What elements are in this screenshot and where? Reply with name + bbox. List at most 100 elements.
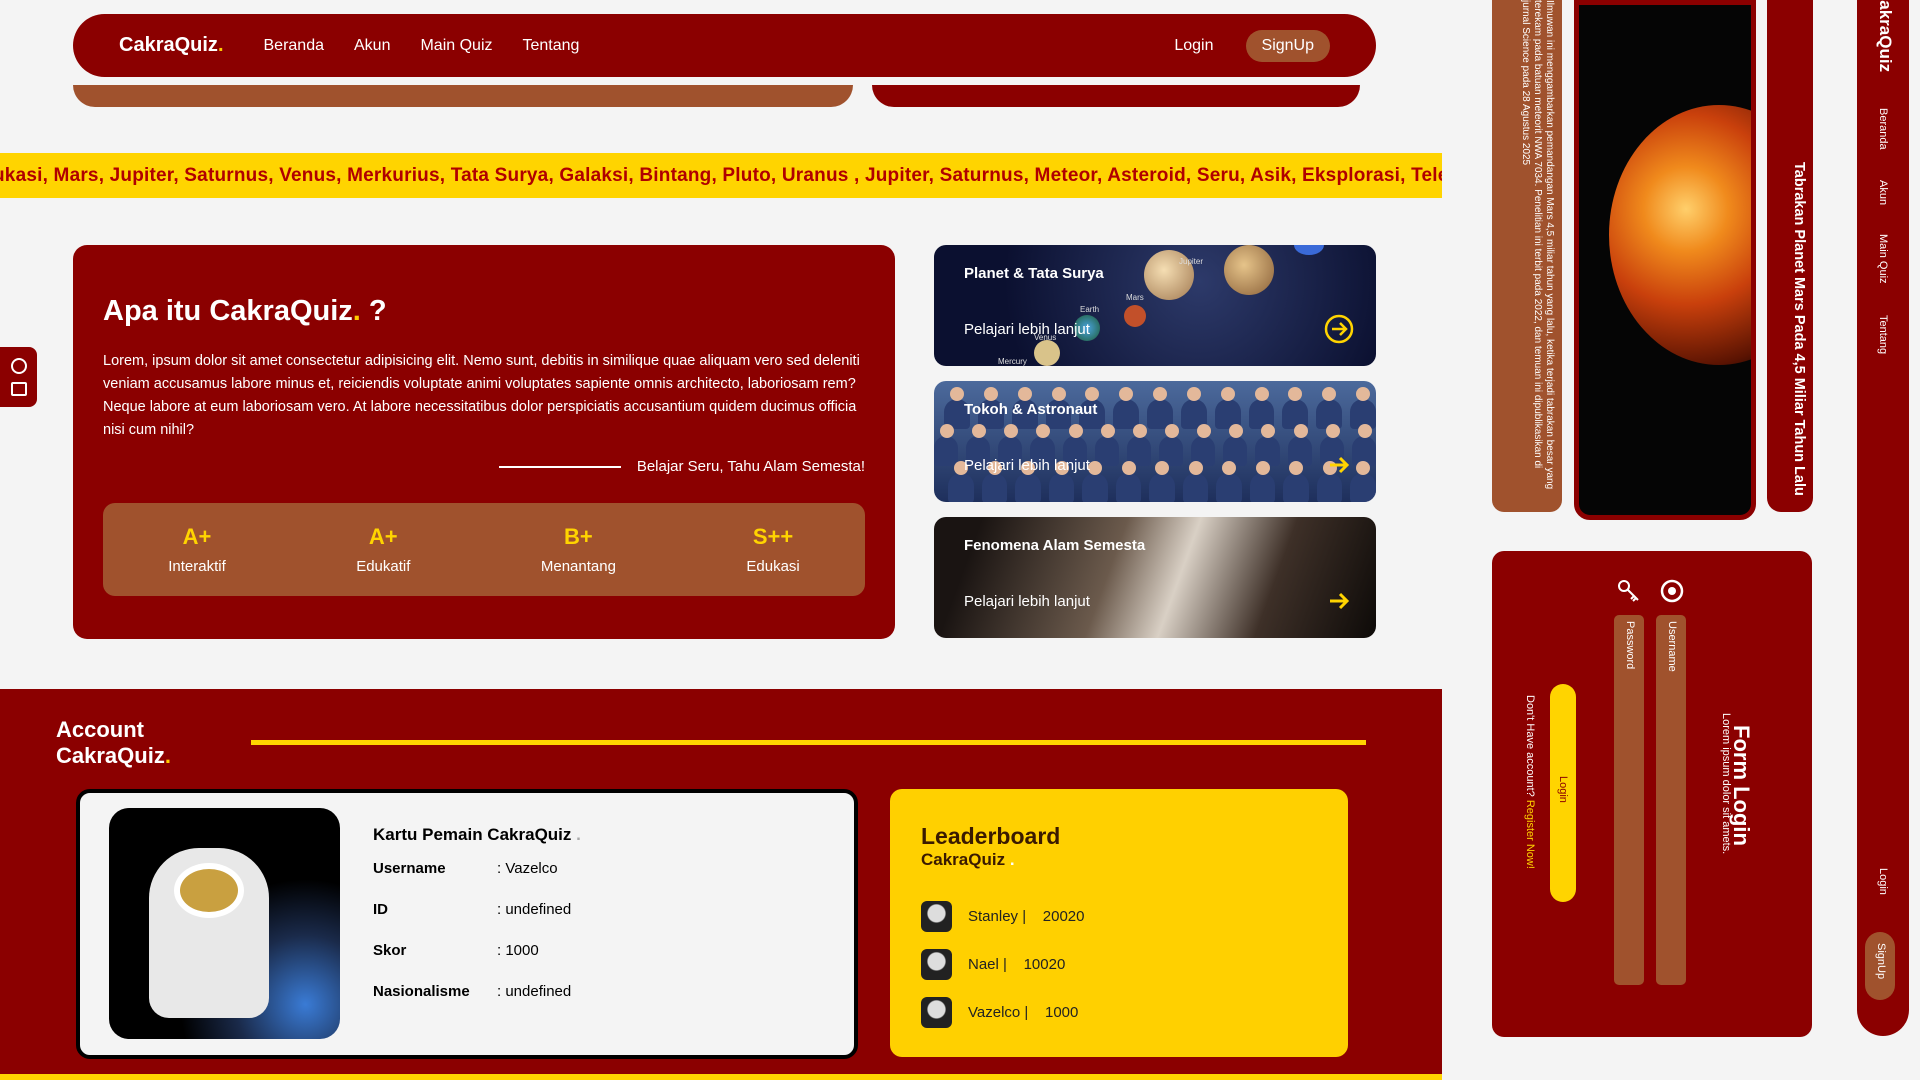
topic-card-astronaut[interactable]: Tokoh & Astronaut Pelajari lebih lanjut <box>934 381 1376 502</box>
stat-item: B+ Menantang <box>541 524 616 575</box>
avatar <box>921 996 952 1028</box>
leaderboard: Leaderboard CakraQuiz . Stanley | 20020 … <box>890 789 1348 1057</box>
stat-label: Menantang <box>540 558 616 575</box>
vnav-link-tentang[interactable]: Tentang <box>1877 315 1889 354</box>
marquee-text: ukasi, Mars, Jupiter, Saturnus, Venus, M… <box>0 164 1442 186</box>
navbar-shadow-right <box>872 85 1360 107</box>
planet-label: Mercury <box>998 357 1027 366</box>
stat-grade: A+ <box>182 524 212 549</box>
password-field[interactable]: Password <box>1614 615 1644 985</box>
leaderboard-subtitle: CakraQuiz . <box>921 850 1015 869</box>
player-card-title: Kartu Pemain CakraQuiz . <box>373 825 581 844</box>
mars-title-bar: Tabrakan Planet Mars Pada 4,5 Miliar Tah… <box>1767 0 1813 512</box>
player-card: Kartu Pemain CakraQuiz . Username: Vazel… <box>76 789 858 1059</box>
story-card: Ilmuwan ini menggambarkan pemandangan Ma… <box>1492 0 1562 512</box>
vnav-signup-button[interactable]: SignUp <box>1865 932 1895 1000</box>
navbar: CakraQuiz. Beranda Akun Main Quiz Tentan… <box>73 14 1376 77</box>
planet-label: Earth <box>1080 305 1100 314</box>
login-form: Password Username Login Don't Have accou… <box>1492 551 1812 1037</box>
nav-link-main-quiz[interactable]: Main Quiz <box>420 37 492 55</box>
info-row-id: ID: undefined <box>373 901 572 918</box>
planet-label: Mars <box>1126 293 1144 302</box>
vnav-login-link[interactable]: Login <box>1877 868 1889 895</box>
vnav-link-beranda[interactable]: Beranda <box>1877 108 1889 150</box>
mars-planet-image <box>1609 105 1751 365</box>
learn-more-link[interactable]: Pelajari lebih lanjut <box>964 593 1090 610</box>
stats-bar: A+ Interaktif A+ Edukatif B+ Menantang S++ E… <box>103 503 865 596</box>
leaderboard-row: Stanley | 20020 <box>921 892 1317 940</box>
stat-label: Edukatif <box>356 558 411 575</box>
signup-button[interactable]: SignUp <box>1245 29 1330 62</box>
account-divider <box>251 740 1366 745</box>
user-circle-icon <box>1660 579 1684 603</box>
about-tagline: Belajar Seru, Tahu Alam Semesta! <box>103 458 865 475</box>
password-label: Password <box>1624 621 1636 670</box>
stat-item: A+ Interaktif <box>168 524 226 575</box>
brand-logo[interactable]: CakraQuiz. <box>119 34 224 57</box>
nav-link-tentang[interactable]: Tentang <box>523 37 580 55</box>
topic-title: Tokoh & Astronaut <box>964 401 1098 418</box>
stat-grade: B+ <box>564 524 593 549</box>
vnav-brand[interactable]: CakraQuiz <box>1875 0 1895 72</box>
story-text: Ilmuwan ini menggambarkan pemandangan Ma… <box>1520 0 1555 490</box>
stat-item: A+ Edukatif <box>356 524 410 575</box>
account-title: Account CakraQuiz. <box>56 717 171 768</box>
vnav-link-main-quiz[interactable]: Main Quiz <box>1877 234 1889 284</box>
arrow-right-icon[interactable] <box>1324 586 1354 616</box>
leaderboard-row: Nael | 10020 <box>921 940 1317 988</box>
leaderboard-row: Vazelco | 1000 <box>921 988 1317 1036</box>
navbar-shadow-left <box>73 85 853 107</box>
vertical-navbar: CakraQuiz Beranda Akun Main Quiz Tentang… <box>1857 0 1909 1036</box>
topic-card-phenomena[interactable]: Fenomena Alam Semesta Pelajari lebih lan… <box>934 517 1376 638</box>
nav-link-beranda[interactable]: Beranda <box>264 37 325 55</box>
login-button-label: Login <box>1557 776 1569 803</box>
stat-label: Edukasi <box>746 558 800 575</box>
no-account-text: Don't Have account? Register Now! <box>1524 695 1536 869</box>
mars-image-card <box>1574 0 1756 520</box>
bottom-accent-line <box>0 1074 1442 1080</box>
topic-marquee: ukasi, Mars, Jupiter, Saturnus, Venus, M… <box>0 153 1442 198</box>
about-card: Apa itu CakraQuiz. ? Lorem, ipsum dolor … <box>73 245 895 639</box>
login-link[interactable]: Login <box>1174 37 1213 55</box>
login-submit-button[interactable]: Login <box>1550 684 1576 902</box>
mars-title: Tabrakan Planet Mars Pada 4,5 Miliar Tah… <box>1791 162 1807 496</box>
nav-link-akun[interactable]: Akun <box>354 37 390 55</box>
stat-item: S++ Edukasi <box>746 524 799 575</box>
info-row-nasionalisme: Nasionalisme: undefined <box>373 983 572 1000</box>
tagline-text: Belajar Seru, Tahu Alam Semesta! <box>636 458 865 475</box>
topic-title: Planet & Tata Surya <box>964 265 1104 282</box>
player-info: Kartu Pemain CakraQuiz . Username: Vazel… <box>373 825 581 1024</box>
mars-image <box>1124 305 1146 327</box>
stat-grade: A+ <box>368 524 398 549</box>
tagline-divider <box>498 465 621 468</box>
learn-more-link[interactable]: Pelajari lebih lanjut <box>964 457 1090 474</box>
register-link[interactable]: Register Now! <box>1524 800 1536 869</box>
stat-label: Interaktif <box>168 558 226 575</box>
topic-card-planet[interactable]: Jupiter Mars Earth Venus Mercury Planet … <box>934 245 1376 366</box>
topic-title: Fenomena Alam Semesta <box>964 537 1146 554</box>
user-icon[interactable] <box>10 358 27 374</box>
about-title: Apa itu CakraQuiz. ? <box>103 295 387 327</box>
arrow-right-icon[interactable] <box>1324 314 1354 344</box>
astronaut-photo <box>109 808 340 1039</box>
username-label: Username <box>1666 621 1678 672</box>
astronaut-group-image <box>934 461 1376 502</box>
key-icon <box>1618 580 1639 602</box>
username-field[interactable]: Username <box>1656 615 1686 985</box>
about-body: Lorem, ipsum dolor sit amet consectetur … <box>103 353 860 438</box>
arrow-right-icon[interactable] <box>1324 450 1354 480</box>
form-title: Form Login <box>1729 725 1754 846</box>
info-row-skor: Skor: 1000 <box>373 942 539 959</box>
stat-grade: S++ <box>752 524 794 549</box>
vnav-signup-label: SignUp <box>1875 943 1887 980</box>
info-row-username: Username: Vazelco <box>373 860 558 877</box>
logout-icon[interactable] <box>10 382 27 396</box>
learn-more-link[interactable]: Pelajari lebih lanjut <box>964 321 1090 338</box>
vnav-link-akun[interactable]: Akun <box>1877 180 1889 205</box>
venus-image <box>1034 340 1060 366</box>
account-section: Account CakraQuiz. Kartu Pemain CakraQui… <box>0 689 1442 1080</box>
neptune-image <box>1294 245 1324 255</box>
avatar <box>921 900 952 932</box>
avatar <box>921 948 952 980</box>
leaderboard-title: Leaderboard <box>921 823 1061 849</box>
